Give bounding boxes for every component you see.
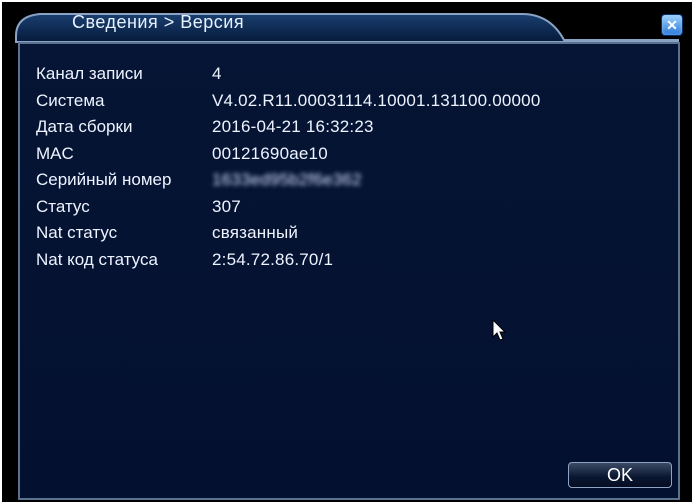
- info-row-system: Система V4.02.R11.00031114.10001.131100.…: [36, 88, 541, 115]
- info-row-channels: Канал записи 4: [36, 61, 541, 88]
- status-value: 307: [212, 196, 241, 216]
- info-row-serial: Серийный номер 1633ed95b2f6e362: [36, 167, 541, 194]
- info-row-nat-status: Nat статус связанный: [36, 220, 541, 247]
- nat-status-value: связанный: [212, 223, 299, 243]
- serial-label: Серийный номер: [36, 170, 172, 190]
- mouse-pointer-icon: [492, 319, 507, 341]
- build-date-value: 2016-04-21 16:32:23: [212, 117, 374, 137]
- dialog-window: Сведения > Версия ✕ Канал записи 4 Систе…: [2, 2, 692, 502]
- info-panel: Канал записи 4 Система V4.02.R11.0003111…: [18, 42, 680, 500]
- dialog-title: Сведения > Версия: [72, 12, 245, 32]
- serial-value: 1633ed95b2f6e362: [212, 170, 362, 190]
- system-value: V4.02.R11.00031114.10001.131100.00000: [212, 90, 541, 110]
- close-button[interactable]: ✕: [661, 14, 683, 36]
- mac-value: 00121690ae10: [212, 143, 328, 163]
- version-info-list: Канал записи 4 Система V4.02.R11.0003111…: [36, 61, 541, 273]
- close-icon: ✕: [666, 17, 678, 33]
- nat-code-value: 2:54.72.86.70/1: [212, 249, 334, 269]
- nat-status-label: Nat статус: [36, 223, 118, 243]
- system-label: Система: [36, 90, 105, 110]
- mac-label: MAC: [36, 143, 74, 163]
- info-row-mac: MAC 00121690ae10: [36, 141, 541, 168]
- status-label: Статус: [36, 196, 90, 216]
- info-row-build-date: Дата сборки 2016-04-21 16:32:23: [36, 114, 541, 141]
- info-row-status: Статус 307: [36, 194, 541, 221]
- build-date-label: Дата сборки: [36, 117, 133, 137]
- nat-code-label: Nat код статуса: [36, 249, 158, 269]
- channels-value: 4: [212, 64, 222, 84]
- ok-button[interactable]: OK: [568, 462, 672, 488]
- info-row-nat-code: Nat код статуса 2:54.72.86.70/1: [36, 247, 541, 274]
- channels-label: Канал записи: [36, 64, 143, 84]
